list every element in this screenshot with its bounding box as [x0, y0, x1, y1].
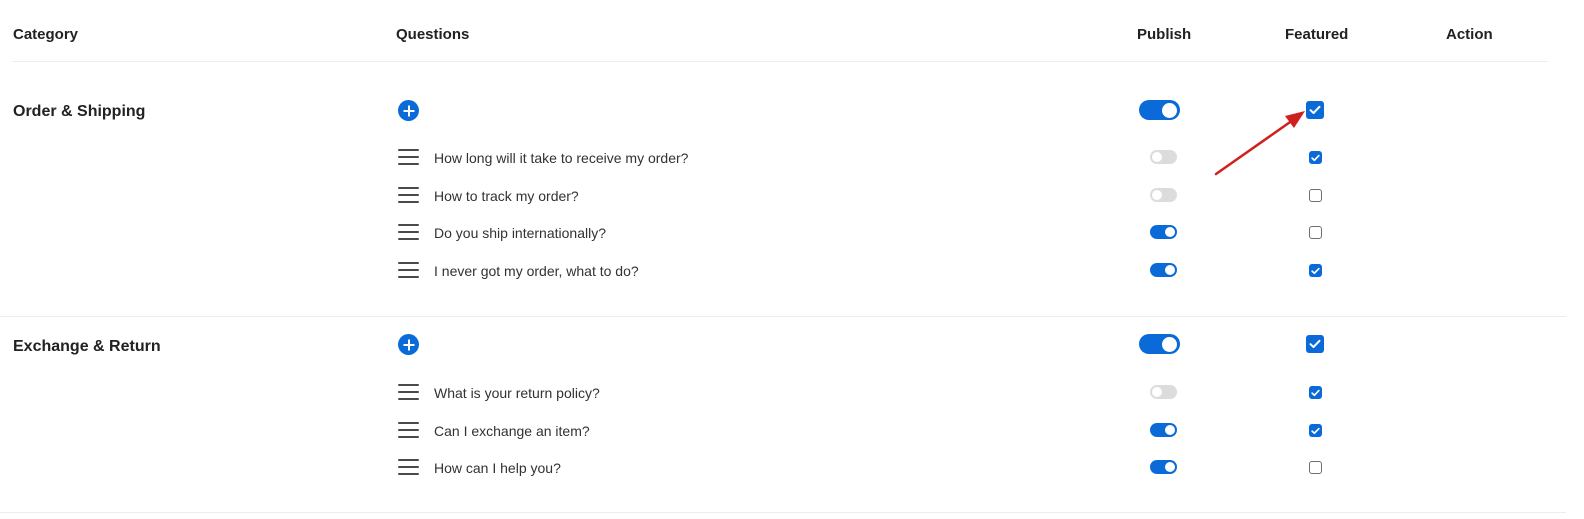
column-header-featured: Featured — [1285, 26, 1349, 43]
question-featured-checkbox[interactable] — [1309, 424, 1322, 437]
category-row — [0, 329, 1584, 359]
question-text[interactable]: I never got my order, what to do? — [434, 263, 639, 279]
question-publish-toggle[interactable] — [1150, 460, 1177, 474]
question-featured-checkbox[interactable] — [1309, 461, 1322, 474]
checkmark-icon — [1311, 427, 1320, 434]
question-featured-checkbox[interactable] — [1309, 264, 1322, 277]
question-row: Can I exchange an item? — [0, 416, 1584, 446]
add-question-button[interactable] — [398, 334, 419, 355]
checkmark-icon — [1309, 339, 1321, 348]
drag-handle-icon[interactable] — [398, 187, 419, 204]
red-arrow-icon — [1214, 111, 1305, 176]
question-row: How long will it take to receive my orde… — [0, 143, 1584, 173]
question-text[interactable]: Do you ship internationally? — [434, 225, 606, 241]
table-header: Category Questions Publish Featured Acti… — [0, 0, 1584, 62]
question-row: What is your return policy? — [0, 378, 1584, 408]
checkmark-icon — [1311, 267, 1320, 274]
category-section: Order & Shipping How long will it take t… — [0, 62, 1584, 317]
question-publish-toggle[interactable] — [1150, 188, 1177, 202]
column-header-questions: Questions — [396, 26, 470, 43]
question-row: Do you ship internationally? — [0, 218, 1584, 248]
toggle-knob — [1165, 462, 1175, 472]
question-publish-toggle[interactable] — [1150, 150, 1177, 164]
question-text[interactable]: How can I help you? — [434, 460, 561, 476]
question-text[interactable]: Can I exchange an item? — [434, 423, 590, 439]
category-section: Exchange & Return What is your return po… — [0, 317, 1584, 513]
category-row — [0, 95, 1584, 125]
column-header-action: Action — [1446, 26, 1493, 43]
question-featured-checkbox[interactable] — [1309, 226, 1322, 239]
question-publish-toggle[interactable] — [1150, 423, 1177, 437]
question-row: I never got my order, what to do? — [0, 256, 1584, 286]
toggle-knob — [1152, 190, 1162, 200]
drag-handle-icon[interactable] — [398, 262, 419, 279]
toggle-knob — [1152, 152, 1162, 162]
toggle-knob — [1162, 102, 1177, 118]
add-question-button[interactable] — [398, 100, 419, 121]
column-header-publish: Publish — [1137, 26, 1192, 43]
drag-handle-icon[interactable] — [398, 459, 419, 476]
question-featured-checkbox[interactable] — [1309, 189, 1322, 202]
question-text[interactable]: How to track my order? — [434, 188, 579, 204]
drag-handle-icon[interactable] — [398, 384, 419, 401]
column-header-category: Category — [13, 26, 79, 43]
toggle-knob — [1165, 265, 1175, 275]
question-text[interactable]: What is your return policy? — [434, 385, 600, 401]
toggle-knob — [1165, 227, 1175, 237]
toggle-knob — [1162, 336, 1177, 352]
question-publish-toggle[interactable] — [1150, 263, 1177, 277]
toggle-knob — [1152, 387, 1162, 397]
question-publish-toggle[interactable] — [1150, 225, 1177, 239]
faq-manager: Category Questions Publish Featured Acti… — [0, 0, 1584, 519]
checkmark-icon — [1311, 389, 1320, 396]
category-publish-toggle[interactable] — [1139, 100, 1180, 120]
category-publish-toggle[interactable] — [1139, 334, 1180, 354]
drag-handle-icon[interactable] — [398, 422, 419, 439]
question-publish-toggle[interactable] — [1150, 385, 1177, 399]
question-row: How to track my order? — [0, 181, 1584, 211]
question-text[interactable]: How long will it take to receive my orde… — [434, 150, 688, 166]
drag-handle-icon[interactable] — [398, 224, 419, 241]
toggle-knob — [1165, 425, 1175, 435]
question-featured-checkbox[interactable] — [1309, 386, 1322, 399]
drag-handle-icon[interactable] — [398, 149, 419, 166]
category-featured-checkbox[interactable] — [1306, 335, 1324, 353]
section-divider — [0, 512, 1566, 513]
question-row: How can I help you? — [0, 453, 1584, 483]
